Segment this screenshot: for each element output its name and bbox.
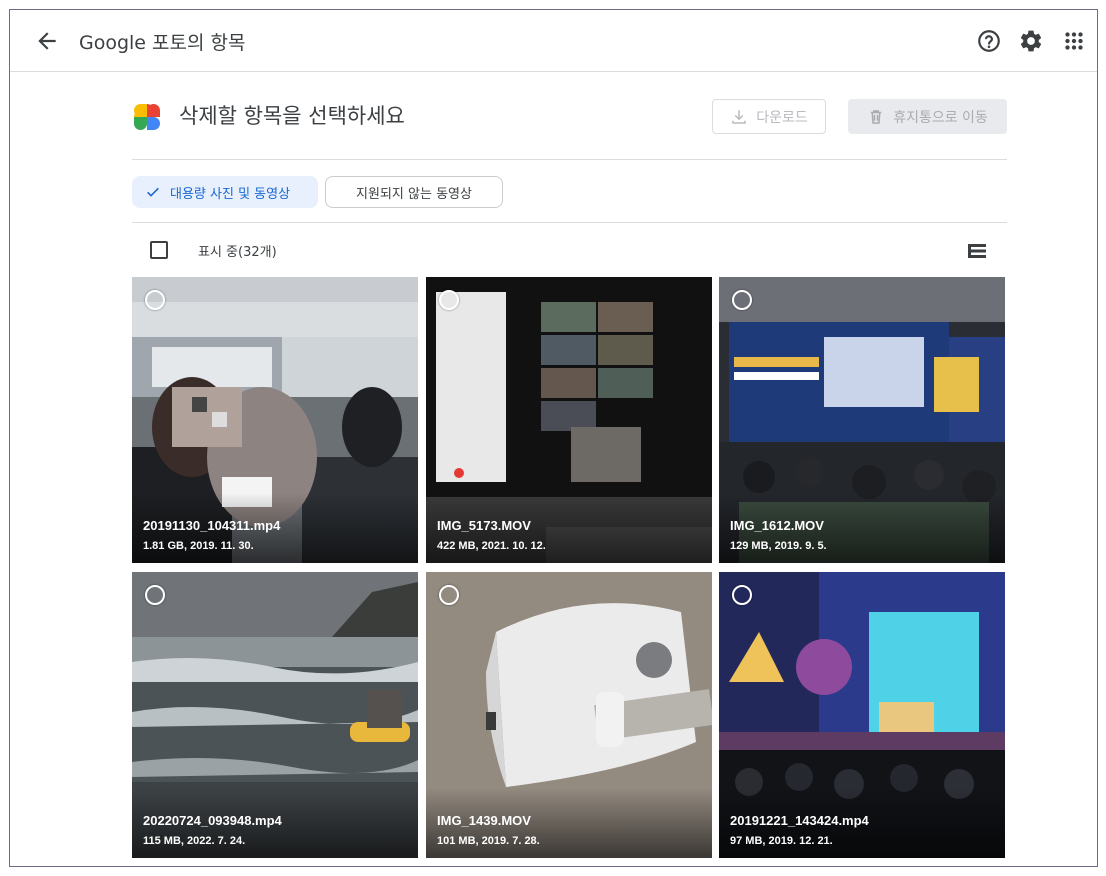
download-label: 다운로드 [756, 109, 808, 126]
item-count-label: 표시 중(32개) [198, 245, 277, 260]
divider [132, 222, 1007, 223]
chip-label: 지원되지 않는 동영상 [356, 186, 472, 202]
file-meta: 422 MB, 2021. 10. 12. [437, 540, 546, 552]
select-item-checkbox[interactable] [439, 290, 459, 310]
file-name: IMG_1439.MOV [437, 813, 531, 828]
media-tile[interactable]: IMG_1439.MOV 101 MB, 2019. 7. 28. [426, 572, 712, 858]
gear-icon[interactable] [1018, 28, 1044, 54]
select-item-checkbox[interactable] [732, 585, 752, 605]
chip-unsupported-videos[interactable]: 지원되지 않는 동영상 [325, 176, 503, 208]
file-meta: 101 MB, 2019. 7. 28. [437, 835, 540, 847]
arrow-back-icon[interactable] [34, 28, 60, 54]
app-title: Google 포토의 항목 [79, 32, 246, 54]
help-icon[interactable] [976, 28, 1002, 54]
divider [132, 159, 1007, 160]
apps-grid-icon[interactable] [1061, 28, 1087, 54]
download-button[interactable]: 다운로드 [712, 99, 826, 134]
file-meta: 129 MB, 2019. 9. 5. [730, 540, 827, 552]
file-meta: 97 MB, 2019. 12. 21. [730, 835, 833, 847]
file-name: 20191221_143424.mp4 [730, 813, 869, 828]
media-tile[interactable]: IMG_1612.MOV 129 MB, 2019. 9. 5. [719, 277, 1005, 563]
download-icon [732, 109, 746, 124]
trash-icon [870, 109, 882, 124]
select-item-checkbox[interactable] [732, 290, 752, 310]
media-tile[interactable]: 20220724_093948.mp4 115 MB, 2022. 7. 24. [132, 572, 418, 858]
media-tile[interactable]: 20191221_143424.mp4 97 MB, 2019. 12. 21. [719, 572, 1005, 858]
file-meta: 1.81 GB, 2019. 11. 30. [143, 540, 254, 552]
top-bar: Google 포토의 항목 [10, 10, 1097, 72]
select-item-checkbox[interactable] [145, 290, 165, 310]
check-icon [147, 187, 159, 197]
media-tile[interactable]: IMG_5173.MOV 422 MB, 2021. 10. 12. [426, 277, 712, 563]
move-to-trash-button[interactable]: 휴지통으로 이동 [848, 99, 1007, 134]
file-name: 20220724_093948.mp4 [143, 813, 282, 828]
page-title: 삭제할 항목을 선택하세요 [179, 104, 405, 128]
select-item-checkbox[interactable] [145, 585, 165, 605]
trash-label: 휴지통으로 이동 [893, 109, 988, 126]
chip-large-photos-videos[interactable]: 대용량 사진 및 동영상 [132, 176, 318, 208]
file-meta: 115 MB, 2022. 7. 24. [143, 835, 246, 847]
file-name: IMG_5173.MOV [437, 518, 531, 533]
select-item-checkbox[interactable] [439, 585, 459, 605]
list-view-icon[interactable] [965, 239, 989, 263]
google-photos-logo-icon [132, 102, 162, 132]
media-tile[interactable]: 20191130_104311.mp4 1.81 GB, 2019. 11. 3… [132, 277, 418, 563]
select-all-checkbox[interactable] [150, 241, 168, 259]
app-window: Google 포토의 항목 삭제할 항목을 선택하세요 다운로드 휴지통으로 이… [9, 9, 1098, 867]
file-name: IMG_1612.MOV [730, 518, 824, 533]
file-name: 20191130_104311.mp4 [143, 518, 281, 533]
chip-label: 대용량 사진 및 동영상 [170, 186, 291, 202]
